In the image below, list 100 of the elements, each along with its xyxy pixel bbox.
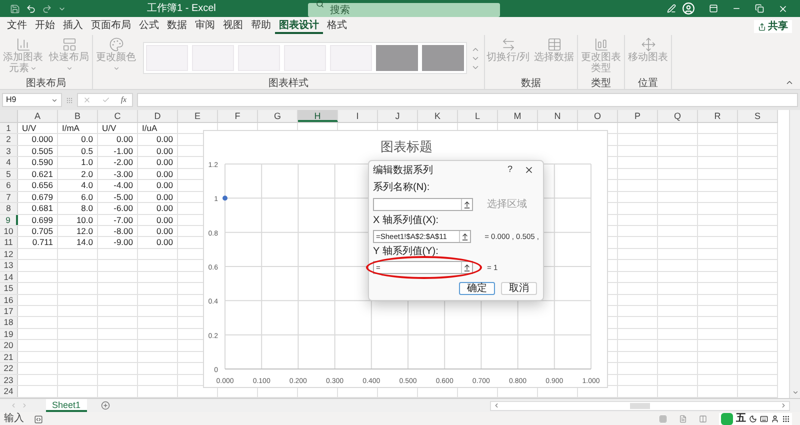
row-header[interactable]: 21: [0, 352, 18, 362]
row-header[interactable]: 5: [0, 168, 18, 180]
search-field[interactable]: 搜索: [308, 3, 500, 17]
row-header[interactable]: 10: [0, 226, 18, 236]
range-field[interactable]: [373, 198, 473, 211]
row-header[interactable]: 9: [0, 214, 18, 225]
row-header[interactable]: 2: [0, 134, 18, 145]
column-header[interactable]: I: [338, 110, 378, 122]
column-header[interactable]: J: [378, 110, 418, 122]
collapse-button[interactable]: [461, 262, 472, 273]
ime-mode[interactable]: 五: [736, 413, 746, 425]
column-header[interactable]: A: [18, 110, 58, 122]
scroll-thumb[interactable]: [630, 402, 650, 408]
collapse-button[interactable]: [461, 199, 472, 210]
data-point[interactable]: [222, 196, 228, 201]
ribbon-tab[interactable]: 公式: [135, 18, 163, 34]
undo-icon[interactable]: [26, 4, 36, 14]
column-header[interactable]: L: [458, 110, 498, 122]
row-header[interactable]: 17: [0, 306, 18, 316]
ribbon-display-icon[interactable]: [709, 4, 718, 13]
row-header[interactable]: 15: [0, 283, 18, 294]
row-header[interactable]: 13: [0, 260, 18, 271]
column-header[interactable]: N: [538, 110, 578, 122]
column-header[interactable]: C: [98, 110, 138, 122]
row-header[interactable]: 23: [0, 374, 18, 386]
row-header[interactable]: 8: [0, 203, 18, 214]
vertical-scrollbar[interactable]: [789, 110, 800, 398]
row-header[interactable]: 18: [0, 317, 18, 328]
user-icon[interactable]: [771, 415, 779, 423]
chart-style-thumbnail[interactable]: [376, 45, 418, 71]
grid-icon[interactable]: [782, 415, 790, 423]
normal-view-icon[interactable]: [659, 415, 667, 423]
formula-input[interactable]: [137, 93, 798, 107]
redo-icon[interactable]: [42, 4, 52, 14]
keyboard-icon[interactable]: [760, 415, 768, 423]
ribbon-tab[interactable]: 审阅: [191, 18, 219, 34]
enter-icon[interactable]: [102, 96, 110, 104]
row-header[interactable]: 11: [0, 237, 18, 248]
column-header[interactable]: S: [738, 110, 778, 122]
column-header[interactable]: Q: [658, 110, 698, 122]
row-header[interactable]: 7: [0, 192, 18, 202]
column-header[interactable]: M: [498, 110, 538, 122]
caret-icon: [113, 64, 120, 72]
close-icon[interactable]: [524, 165, 534, 175]
column-header[interactable]: R: [698, 110, 738, 122]
row-header[interactable]: 16: [0, 294, 18, 305]
row-header[interactable]: 19: [0, 328, 18, 340]
help-button[interactable]: ?: [501, 163, 519, 177]
row-header[interactable]: 6: [0, 180, 18, 191]
column-header[interactable]: E: [178, 110, 218, 122]
row-header[interactable]: 1: [0, 123, 18, 134]
row-header[interactable]: 24: [0, 386, 18, 396]
ribbon-tab[interactable]: 数据: [163, 18, 191, 34]
collapse-button[interactable]: [458, 231, 470, 242]
column-header[interactable]: D: [138, 110, 178, 122]
column-header[interactable]: K: [418, 110, 458, 122]
dialog-button[interactable]: 取消: [501, 282, 537, 295]
pen-icon[interactable]: [667, 4, 676, 13]
scroll-down-icon[interactable]: [792, 389, 798, 396]
sheet-tab[interactable]: Sheet1: [46, 399, 87, 412]
row-header[interactable]: 3: [0, 146, 18, 156]
name-box[interactable]: H9: [2, 93, 62, 107]
ribbon-tab[interactable]: 视图: [219, 18, 247, 34]
row-header[interactable]: 12: [0, 248, 18, 260]
column-header[interactable]: O: [578, 110, 618, 122]
ribbon-tab[interactable]: 页面布局: [87, 18, 135, 34]
macro-icon[interactable]: [34, 414, 43, 424]
ribbon-tab[interactable]: 插入: [59, 18, 87, 34]
insert-function-button[interactable]: fx: [120, 94, 127, 106]
table-cell: 0.590: [18, 157, 58, 168]
row-header[interactable]: 20: [0, 340, 18, 351]
restore-icon[interactable]: [755, 4, 764, 13]
row-header[interactable]: 14: [0, 272, 18, 282]
scroll-left-icon[interactable]: [493, 402, 500, 409]
horizontal-scrollbar[interactable]: [490, 400, 790, 410]
column-header[interactable]: B: [58, 110, 98, 122]
row-header[interactable]: 22: [0, 363, 18, 374]
dialog-button[interactable]: 确定: [459, 282, 495, 295]
add-sheet-icon[interactable]: [100, 401, 110, 410]
share-button[interactable]: 共享: [754, 20, 792, 33]
page-layout-icon[interactable]: [679, 415, 687, 423]
save-icon[interactable]: [10, 4, 20, 14]
row-header[interactable]: 4: [0, 157, 18, 168]
ribbon-tab[interactable]: 开始: [31, 18, 59, 34]
close-icon[interactable]: [778, 4, 788, 14]
column-header[interactable]: H: [298, 110, 338, 122]
collapse-ribbon-icon[interactable]: [785, 78, 794, 87]
column-header[interactable]: F: [218, 110, 258, 122]
page-break-icon[interactable]: [699, 415, 707, 423]
moon-icon[interactable]: [749, 415, 757, 423]
field-label: 系列名称(N):: [373, 182, 431, 194]
avatar-icon[interactable]: [682, 2, 695, 15]
ribbon-tab[interactable]: 文件: [3, 18, 31, 34]
chart-style-thumbnail[interactable]: [422, 45, 464, 71]
scroll-right-icon[interactable]: [780, 402, 787, 409]
ribbon-tab[interactable]: 帮助: [247, 18, 275, 34]
cancel-icon[interactable]: [83, 96, 92, 104]
ime-logo-icon[interactable]: [721, 413, 733, 425]
ribbon-tab[interactable]: 格式: [323, 18, 351, 34]
column-header[interactable]: P: [618, 110, 658, 122]
